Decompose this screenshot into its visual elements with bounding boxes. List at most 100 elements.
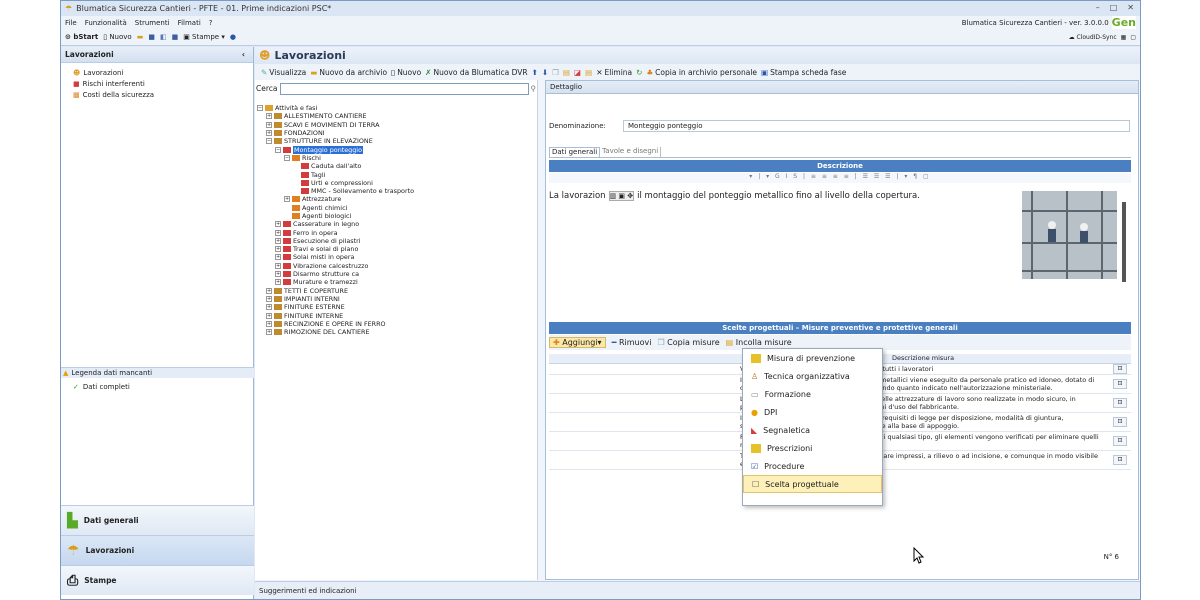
save-icon[interactable]: ■	[148, 33, 155, 41]
maximize-button[interactable]: □	[1110, 3, 1118, 12]
legend-header[interactable]: ▲ Legenda dati mancanti	[61, 367, 254, 378]
row-edit-icon[interactable]: ⊡	[1113, 379, 1127, 389]
edit-icon[interactable]: ◧	[160, 33, 167, 41]
minimize-button[interactable]: –	[1096, 3, 1100, 12]
tree-node[interactable]: + RECINZIONE E OPERE IN FERRO	[257, 320, 535, 328]
export-icon[interactable]: ▤	[585, 68, 592, 77]
tree-node[interactable]: − Montaggio ponteggio	[257, 145, 535, 154]
expand-toggle-icon[interactable]: +	[275, 229, 281, 236]
expand-toggle-icon[interactable]: +	[266, 320, 272, 327]
tab-tavole[interactable]: Tavole e disegni	[600, 147, 662, 157]
tree-node[interactable]: + Esecuzione di pilastri	[257, 237, 535, 245]
start-button[interactable]: ⊙ bStart	[65, 33, 98, 41]
menu-item-prescrizioni[interactable]: Prescrizioni	[743, 439, 882, 457]
expand-toggle-icon[interactable]: +	[275, 221, 281, 228]
description-scrollbar[interactable]	[1122, 202, 1126, 282]
detail-tab[interactable]: Dettaglio	[546, 81, 1138, 94]
search-icon[interactable]: ⚲	[531, 84, 537, 93]
remove-button[interactable]: ━ Rimuovi	[612, 338, 652, 347]
print-button[interactable]: ▣ Stampe ▾	[183, 33, 225, 41]
cloud-sync-button[interactable]: ☁ CloudID-Sync	[1069, 34, 1117, 41]
tree-node[interactable]: + FINITURE ESTERNE	[257, 303, 535, 311]
menu-item-scelta[interactable]: ☐ Scelta progettuale	[743, 475, 882, 493]
menu-file[interactable]: File	[65, 19, 77, 27]
row-edit-icon[interactable]: ⊡	[1113, 455, 1127, 465]
expand-toggle-icon[interactable]: +	[266, 121, 272, 128]
collapse-button[interactable]: ‹	[242, 50, 245, 59]
nav-item-lavorazioni[interactable]: ☻ Lavorazioni	[61, 67, 253, 78]
new-button[interactable]: ▯ Nuovo	[103, 33, 131, 41]
tree-node[interactable]: + Vibrazione calcestruzzo	[257, 262, 535, 270]
expand-toggle-icon[interactable]: +	[275, 271, 281, 278]
tree-node[interactable]: − Rischi	[257, 154, 535, 162]
tree-node[interactable]: Agenti chimici	[257, 204, 535, 212]
row-edit-icon[interactable]: ⊡	[1113, 436, 1127, 446]
row-edit-icon[interactable]: ⊡	[1113, 417, 1127, 427]
menu-item-misura[interactable]: Misura di prevenzione	[743, 349, 882, 367]
view-button[interactable]: ✎ Visualizza	[261, 68, 306, 77]
menu-item-tecnica[interactable]: ♙ Tecnica organizzativa	[743, 367, 882, 385]
tab-dati-generali[interactable]: Dati generali	[549, 147, 601, 157]
copy-icon[interactable]: ❐	[552, 68, 559, 77]
expand-toggle-icon[interactable]: +	[266, 312, 272, 319]
paste-measures-button[interactable]: ▤ Incolla misure	[726, 338, 792, 347]
menu-help[interactable]: ?	[209, 19, 213, 27]
expand-toggle-icon[interactable]: −	[275, 146, 281, 153]
tree-node[interactable]: − STRUTTURE IN ELEVAZIONE	[257, 137, 535, 145]
tree-node[interactable]: + RIMOZIONE DEL CANTIERE	[257, 328, 535, 336]
richtext-toolbar[interactable]: ▾ | ▾ G I S | ≡ ≡ ≡ ≡ | ☰ ☰ ☰ | ▾ ¶ ▢	[549, 173, 1131, 183]
nav-stampe[interactable]: ⎙ Stampe	[61, 565, 254, 595]
expand-toggle-icon[interactable]: +	[266, 287, 272, 294]
expand-toggle-icon[interactable]: +	[266, 130, 272, 137]
tree-node[interactable]: + Casserature in legno	[257, 220, 535, 228]
tree-node[interactable]: Caduta dall'alto	[257, 162, 535, 170]
expand-toggle-icon[interactable]: +	[275, 246, 281, 253]
close-button[interactable]: ✕	[1127, 3, 1134, 12]
print-phase-button[interactable]: ▣ Stampa scheda fase	[761, 68, 846, 77]
paste-icon[interactable]: ▤	[563, 68, 570, 77]
save-as-icon[interactable]: ■	[172, 33, 179, 41]
nav-item-costi[interactable]: ▩ Costi della sicurezza	[61, 89, 253, 100]
menu-item-segnaletica[interactable]: ◣ Segnaletica	[743, 421, 882, 439]
tree-node[interactable]: + SCAVI E MOVIMENTI DI TERRA	[257, 121, 535, 129]
tree-node[interactable]: + Disarmo strutture ca	[257, 270, 535, 278]
suggestions-bar[interactable]: Suggerimenti ed indicazioni	[255, 581, 1140, 599]
add-button[interactable]: ✚ Aggiungi▾	[549, 337, 606, 348]
expand-toggle-icon[interactable]: −	[284, 154, 290, 161]
import-icon[interactable]: ◪	[574, 68, 581, 77]
copy-archive-button[interactable]: ♣ Copia in archivio personale	[646, 68, 757, 77]
menu-filmati[interactable]: Filmati	[178, 19, 201, 27]
expand-toggle-icon[interactable]: +	[275, 254, 281, 261]
tree-node[interactable]: + Attrezzature	[257, 195, 535, 203]
denomination-input[interactable]: Monteggio ponteggio	[623, 120, 1130, 132]
move-down-icon[interactable]: ⬇	[542, 68, 548, 77]
tree-node[interactable]: Agenti biologici	[257, 212, 535, 220]
tree-node[interactable]: + FONDAZIONI	[257, 129, 535, 137]
description-text[interactable]: La lavorazion ▥ ▣ ✥ il montaggio del ponte…	[549, 191, 1009, 201]
help-icon[interactable]: ●	[230, 33, 236, 41]
menu-item-formazione[interactable]: ▭ Formazione	[743, 385, 882, 403]
refresh-icon[interactable]: ↻	[636, 68, 642, 77]
tree-node[interactable]: − Attività e fasi	[257, 104, 535, 112]
docs-icon[interactable]: ▢	[1130, 34, 1136, 41]
tree-node[interactable]: + ALLESTIMENTO CANTIERE	[257, 112, 535, 120]
new-from-archive-button[interactable]: ▬ Nuovo da archivio	[310, 68, 387, 77]
tree-node[interactable]: MMC - Sollevamento e trasporto	[257, 187, 535, 195]
menu-funzionalita[interactable]: Funzionalità	[85, 19, 127, 27]
tree-node[interactable]: + IMPIANTI INTERNI	[257, 295, 535, 303]
menu-item-dpi[interactable]: ● DPI	[743, 403, 882, 421]
tree-node[interactable]: Urti e compressioni	[257, 179, 535, 187]
row-edit-icon[interactable]: ⊡	[1113, 398, 1127, 408]
expand-toggle-icon[interactable]: +	[275, 262, 281, 269]
move-up-icon[interactable]: ⬆	[532, 68, 538, 77]
expand-toggle-icon[interactable]: +	[266, 329, 272, 336]
menu-item-procedure[interactable]: ☑ Procedure	[743, 457, 882, 475]
delete-button[interactable]: ✕ Elimina	[596, 68, 632, 77]
nav-dati-generali[interactable]: ▙ Dati generali	[61, 505, 254, 535]
open-icon[interactable]: ▬	[137, 33, 144, 41]
tree-node[interactable]: + Murature e tramezzi	[257, 278, 535, 286]
expand-toggle-icon[interactable]: −	[257, 105, 263, 112]
expand-toggle-icon[interactable]: +	[284, 196, 290, 203]
new-button[interactable]: ▯ Nuovo	[391, 68, 421, 77]
tree-node[interactable]: + TETTI E COPERTURE	[257, 287, 535, 295]
